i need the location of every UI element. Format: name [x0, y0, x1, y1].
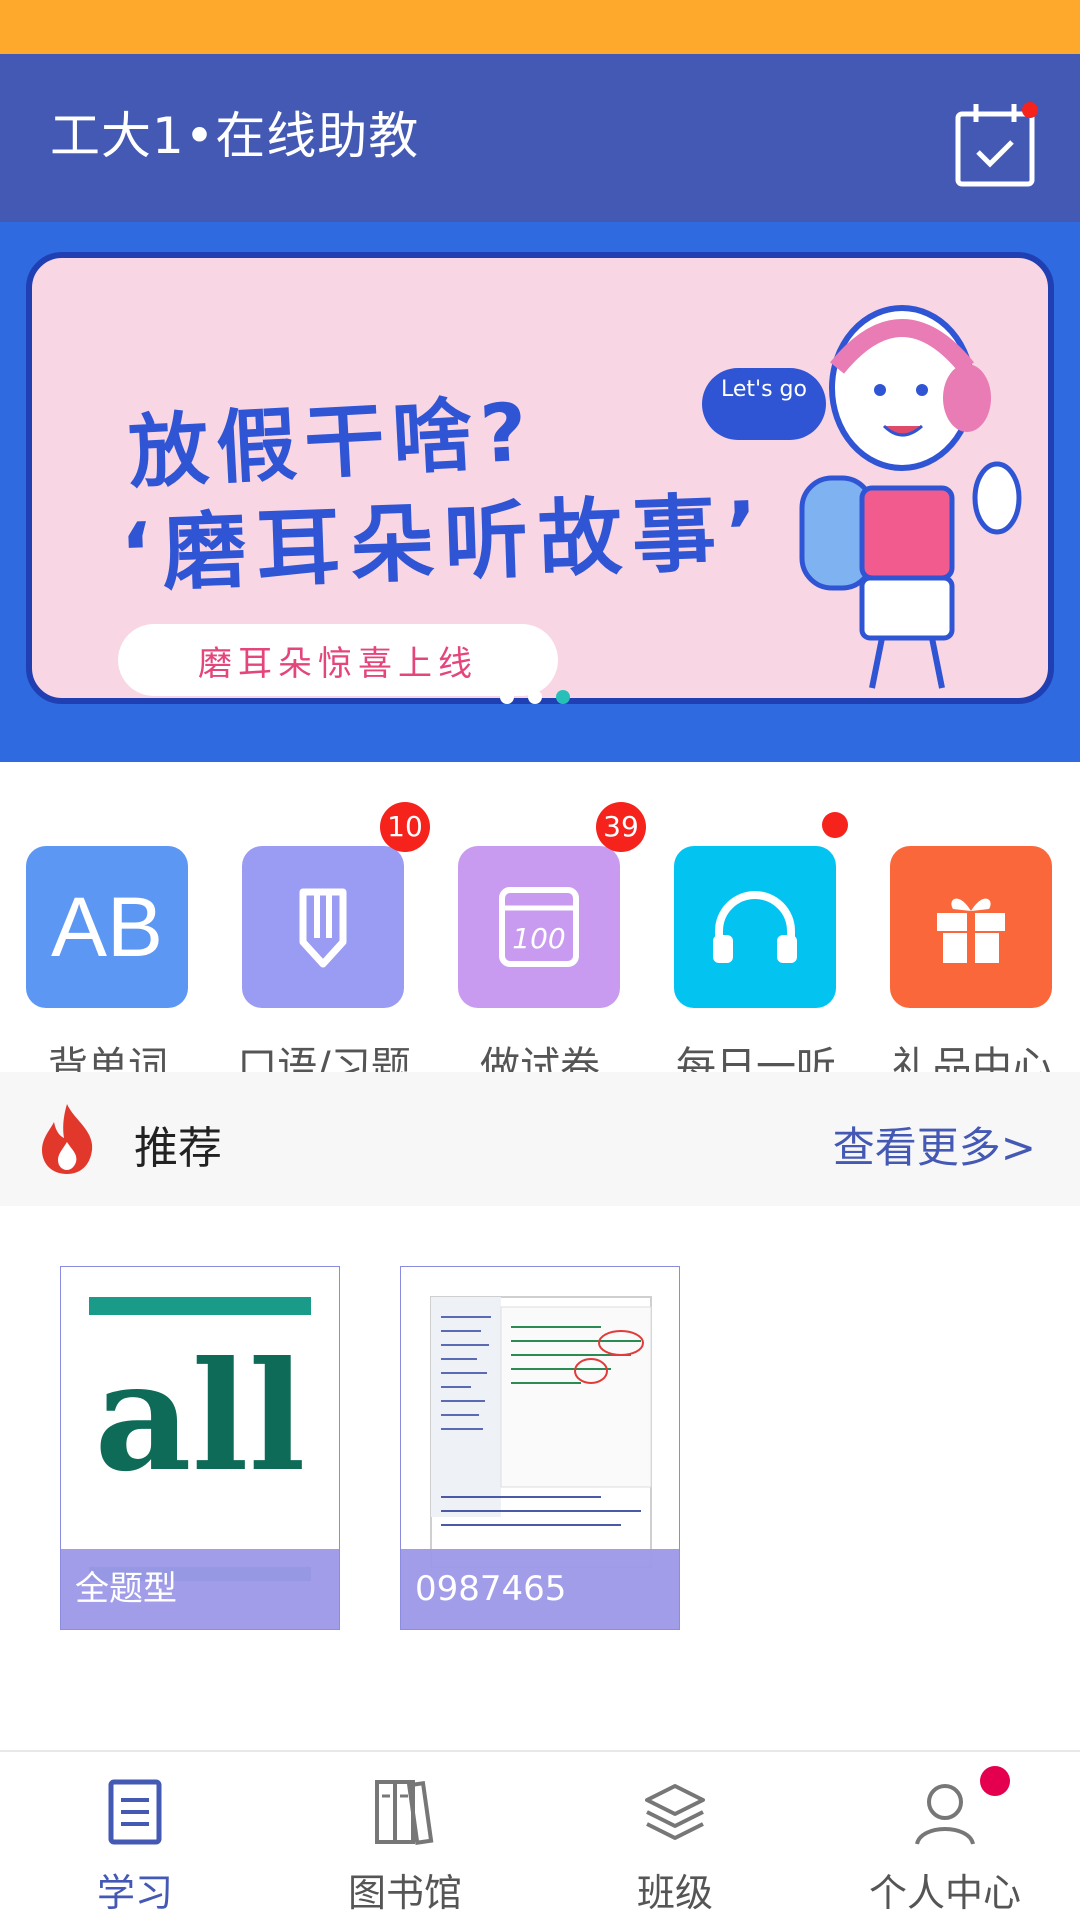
count-badge: 39: [596, 802, 646, 852]
feature-speaking-exercises[interactable]: 10 口语/习题: [216, 802, 432, 1090]
feature-gift-center[interactable]: 礼品中心: [864, 802, 1080, 1090]
tab-label: 个人中心: [868, 1871, 1021, 1915]
fire-icon: [42, 1104, 93, 1174]
person-icon: [915, 1784, 975, 1845]
card-caption: 0987465: [401, 1549, 679, 1629]
notification-dot: [1022, 102, 1038, 118]
recommend-card[interactable]: all 全题型: [60, 1266, 340, 1630]
status-bar: [0, 0, 1080, 54]
ab-letters-icon: AB: [26, 846, 188, 1008]
feature-vocabulary[interactable]: AB 背单词: [0, 802, 216, 1090]
recommend-list: all 全题型 0987465: [0, 1206, 1080, 1706]
tab-study[interactable]: 学习: [0, 1752, 270, 1922]
girl-illustration: [799, 305, 1022, 689]
tab-label: 学习: [96, 1871, 173, 1915]
tab-class[interactable]: 班级: [540, 1752, 810, 1922]
banner-card: 放假干啥? ‘磨耳朵听故事’ 磨耳朵惊喜上线 Let's go: [26, 252, 1054, 704]
notification-dot: [980, 1766, 1010, 1796]
feature-test-paper[interactable]: 100 39 做试卷: [432, 802, 648, 1090]
pager-dot: [528, 690, 542, 704]
app-title: 工大1•在线助教: [50, 107, 420, 165]
recommend-card[interactable]: 0987465: [400, 1266, 680, 1630]
headphones-icon: [674, 846, 836, 1008]
tab-label: 图书馆: [347, 1871, 462, 1915]
recommend-title: 推荐: [134, 1123, 222, 1174]
calendar-button[interactable]: [950, 94, 1040, 194]
library-icon: [375, 1780, 434, 1845]
tab-profile[interactable]: 个人中心: [810, 1752, 1080, 1922]
thumbnail-logo-text: all: [94, 1329, 306, 1505]
gift-icon: [890, 846, 1052, 1008]
bottom-tab-bar: 学习 图书馆 班级 个人中心: [0, 1750, 1080, 1920]
count-badge: 10: [380, 802, 430, 852]
view-more-link[interactable]: 查看更多>: [833, 1114, 1036, 1175]
book-list-icon: [108, 1779, 162, 1845]
test-paper-icon: 100: [458, 846, 620, 1008]
pager-dot-active: [556, 690, 570, 704]
recommend-header: 推荐 查看更多>: [0, 1072, 1080, 1206]
pager-dot: [500, 690, 514, 704]
banner-pill: 磨耳朵惊喜上线: [118, 624, 558, 696]
pencil-icon: [242, 846, 404, 1008]
tab-label: 班级: [636, 1871, 713, 1915]
promo-banner[interactable]: 放假干啥? ‘磨耳朵听故事’ 磨耳朵惊喜上线 Let's go: [0, 222, 1080, 762]
notification-dot: [822, 812, 848, 838]
banner-pager: [500, 690, 570, 704]
feature-grid: AB 背单词 10 口语/习题 100 39 做试卷 每日一听 礼品中心: [0, 762, 1080, 1090]
app-bar: 工大1•在线助教: [0, 54, 1080, 222]
svg-text:100: 100: [512, 922, 565, 955]
feature-daily-listening[interactable]: 每日一听: [648, 802, 864, 1090]
card-caption: 全题型: [61, 1549, 339, 1629]
layers-icon: [645, 1784, 705, 1840]
banner-headline-2: ‘磨耳朵听故事’: [118, 482, 770, 604]
tab-library[interactable]: 图书馆: [270, 1752, 540, 1922]
